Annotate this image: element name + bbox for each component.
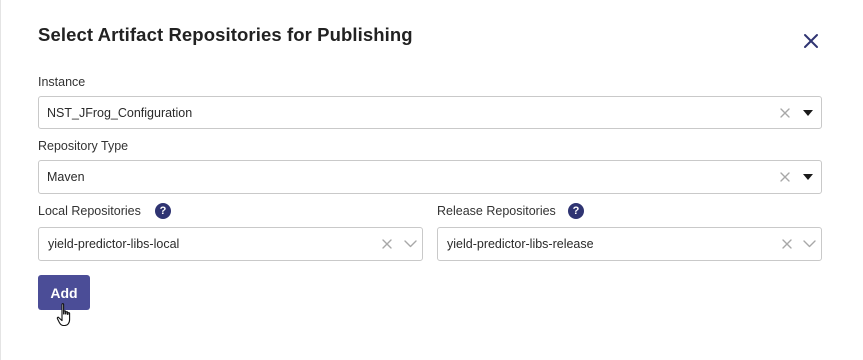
instance-value: NST_JFrog_Configuration — [47, 105, 193, 120]
local-repositories-label: Local Repositories — [38, 204, 141, 218]
caret-down-icon[interactable] — [803, 109, 813, 116]
repository-type-value: Maven — [47, 170, 85, 184]
clear-icon[interactable] — [781, 238, 793, 250]
clear-icon[interactable] — [779, 107, 791, 119]
instance-label: Instance — [38, 75, 86, 89]
chevron-down-icon[interactable] — [404, 240, 417, 248]
instance-select[interactable]: NST_JFrog_Configuration — [38, 96, 822, 129]
release-repositories-select[interactable]: yield-predictor-libs-release — [437, 227, 822, 261]
dialog-title: Select Artifact Repositories for Publish… — [38, 24, 413, 45]
clear-icon[interactable] — [381, 238, 393, 250]
release-repositories-label: Release Repositories — [437, 204, 556, 218]
local-repositories-select[interactable]: yield-predictor-libs-local — [38, 227, 423, 261]
help-icon[interactable]: ? — [155, 203, 171, 219]
release-repositories-value: yield-predictor-libs-release — [447, 237, 594, 251]
chevron-down-icon[interactable] — [803, 240, 816, 248]
help-icon[interactable]: ? — [568, 203, 584, 219]
local-repositories-value: yield-predictor-libs-local — [48, 237, 180, 251]
clear-icon[interactable] — [779, 171, 791, 183]
repository-type-label: Repository Type — [38, 139, 129, 153]
caret-down-icon[interactable] — [803, 174, 813, 180]
publish-repositories-dialog: Select Artifact Repositories for Publish… — [0, 0, 863, 360]
repository-type-select[interactable]: Maven — [38, 160, 822, 194]
close-button[interactable] — [800, 30, 822, 52]
close-icon — [804, 34, 818, 48]
add-button[interactable]: Add — [38, 275, 90, 310]
